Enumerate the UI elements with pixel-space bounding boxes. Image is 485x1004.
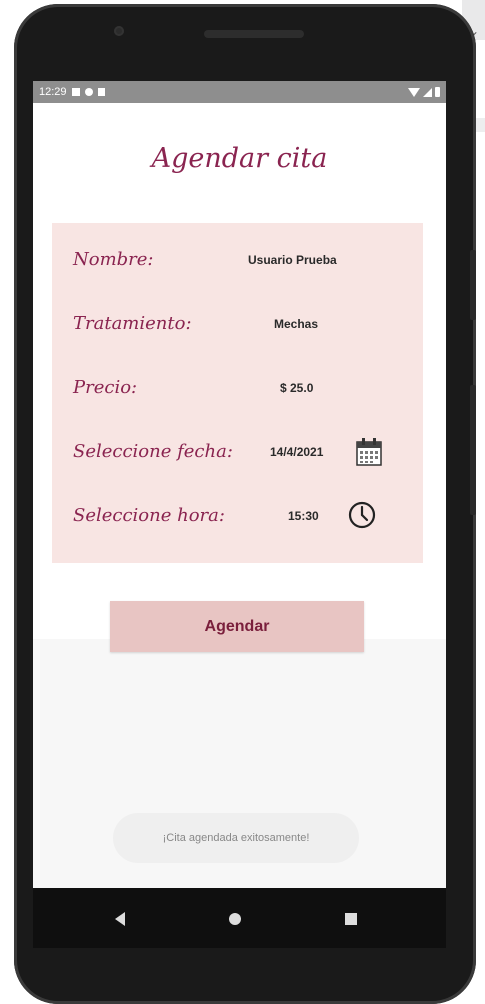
back-icon[interactable] xyxy=(115,912,125,926)
precio-value: $ 25.0 xyxy=(280,381,314,395)
nombre-value: Usuario Prueba xyxy=(248,253,337,267)
hora-label: Seleccione hora: xyxy=(73,505,225,526)
precio-label: Precio: xyxy=(73,377,138,398)
device-screen: 12:29 Agendar cita Nombre: Usuario Prueb… xyxy=(33,81,446,888)
status-time: 12:29 xyxy=(39,86,67,98)
front-camera xyxy=(114,26,124,36)
tratamiento-value: Mechas xyxy=(274,317,319,331)
toast-message: ¡Cita agendada exitosamente! xyxy=(113,813,359,863)
wifi-icon xyxy=(408,87,420,97)
recent-apps-icon[interactable] xyxy=(345,913,357,925)
clock-icon[interactable] xyxy=(348,501,376,529)
hora-value[interactable]: 15:30 xyxy=(288,509,319,523)
appointment-form-card: Nombre: Usuario Prueba Tratamiento: Mech… xyxy=(52,223,423,563)
earpiece-speaker xyxy=(204,30,304,38)
form-row-nombre: Nombre: Usuario Prueba xyxy=(52,241,423,281)
form-row-fecha: Seleccione fecha: 14/4/2021 xyxy=(52,433,423,473)
fecha-value[interactable]: 14/4/2021 xyxy=(270,445,323,459)
home-icon[interactable] xyxy=(229,913,241,925)
app-content: Agendar cita Nombre: Usuario Prueba Trat… xyxy=(33,103,446,652)
calendar-icon[interactable] xyxy=(356,438,382,466)
signal-icon xyxy=(423,87,432,97)
status-bar: 12:29 xyxy=(33,81,446,103)
tratamiento-label: Tratamiento: xyxy=(73,313,192,334)
navigation-bar xyxy=(33,888,446,948)
agendar-button[interactable]: Agendar xyxy=(110,601,364,652)
form-row-hora: Seleccione hora: 15:30 xyxy=(52,497,423,537)
volume-button xyxy=(470,385,476,515)
sd-card-icon xyxy=(97,88,105,96)
form-row-tratamiento: Tratamiento: Mechas xyxy=(52,305,423,345)
form-row-precio: Precio: $ 25.0 xyxy=(52,369,423,409)
page-title: Agendar cita xyxy=(151,143,328,174)
nombre-label: Nombre: xyxy=(73,249,154,270)
power-button xyxy=(470,250,476,320)
notification-icon xyxy=(71,88,80,96)
sync-icon xyxy=(84,88,93,96)
battery-icon xyxy=(435,87,440,97)
fecha-label: Seleccione fecha: xyxy=(73,441,233,462)
